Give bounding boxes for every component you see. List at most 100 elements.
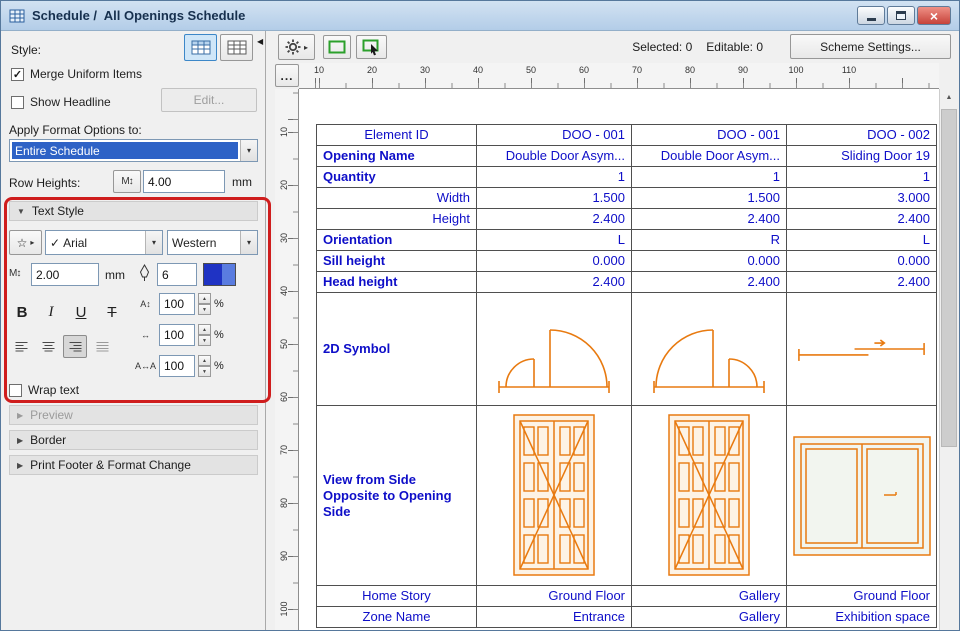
row-height-input[interactable] <box>143 170 225 193</box>
table-cell[interactable]: DOO - 001 <box>632 125 787 146</box>
table-cell[interactable]: 0.000 <box>632 251 787 272</box>
align-justify-button[interactable] <box>90 335 114 358</box>
table-cell[interactable]: Ground Floor <box>787 586 937 607</box>
table-cell[interactable]: DOO - 001 <box>477 125 632 146</box>
select-elements-button[interactable] <box>356 35 387 59</box>
table-cell[interactable] <box>787 293 937 406</box>
close-button[interactable]: × <box>917 6 951 25</box>
table-cell[interactable]: 2.400 <box>632 209 787 230</box>
table-cell[interactable]: Exhibition space <box>787 607 937 628</box>
table-cell[interactable]: 0.000 <box>477 251 632 272</box>
align-left-button[interactable] <box>9 335 33 358</box>
row-label[interactable]: View from Side Opposite to Opening Side <box>317 406 477 586</box>
font-family-select[interactable]: ✓ Arial ▾ <box>45 230 163 255</box>
font-script-select[interactable]: Western ▾ <box>167 230 258 255</box>
vertical-scrollbar[interactable]: ▲ <box>939 89 958 631</box>
table-cell[interactable] <box>477 406 632 586</box>
table-cell[interactable]: 2.400 <box>787 272 937 293</box>
align-right-icon <box>69 341 82 352</box>
title-bar[interactable]: Schedule / All Openings Schedule × <box>1 1 959 31</box>
font-height-scale-input[interactable] <box>159 293 195 315</box>
table-cell[interactable]: Sliding Door 19 <box>787 146 937 167</box>
table-cell[interactable]: 3.000 <box>787 188 937 209</box>
row-label[interactable]: Home Story <box>317 586 477 607</box>
scheme-options-button[interactable]: ▸ <box>278 34 315 60</box>
row-label[interactable]: Quantity <box>317 167 477 188</box>
scrollbar-thumb[interactable] <box>941 109 957 447</box>
table-cell[interactable]: Ground Floor <box>477 586 632 607</box>
ruler-label: 80 <box>279 494 289 512</box>
scroll-up-button[interactable]: ▲ <box>940 89 958 106</box>
table-cell[interactable]: Entrance <box>477 607 632 628</box>
row-label[interactable]: Zone Name <box>317 607 477 628</box>
favorite-text-style-button[interactable]: ☆ ▸ <box>9 230 42 255</box>
style-formatted-button[interactable] <box>184 34 217 61</box>
align-left-icon <box>15 341 28 352</box>
font-height-scale-icon: A↕ <box>135 299 156 309</box>
table-cell[interactable]: Double Door Asym... <box>632 146 787 167</box>
schedule-app-icon <box>9 9 25 23</box>
row-label[interactable]: Orientation <box>317 230 477 251</box>
italic-button[interactable]: I <box>38 299 64 326</box>
table-cell[interactable]: 1 <box>632 167 787 188</box>
align-right-button[interactable] <box>63 335 87 358</box>
wrap-text-checkbox[interactable]: Wrap text <box>9 383 79 397</box>
ruler-label: 50 <box>279 335 289 353</box>
row-label[interactable]: Opening Name <box>317 146 477 167</box>
row-label[interactable]: Height <box>317 209 477 230</box>
row-label[interactable]: 2D Symbol <box>317 293 477 406</box>
pen-number-input[interactable] <box>157 263 197 286</box>
strikethrough-button[interactable]: T <box>99 299 125 326</box>
merge-uniform-items-checkbox[interactable]: ✓ Merge Uniform Items <box>11 67 142 81</box>
table-cell[interactable]: R <box>632 230 787 251</box>
table-cell[interactable]: 2.400 <box>632 272 787 293</box>
font-height-scale-spinner[interactable]: ▲▼ <box>198 293 211 315</box>
font-size-input[interactable] <box>31 263 99 286</box>
font-width-scale-input[interactable] <box>159 324 195 346</box>
table-cell[interactable]: L <box>477 230 632 251</box>
table-cell[interactable] <box>632 406 787 586</box>
table-cell[interactable]: 2.400 <box>787 209 937 230</box>
table-cell[interactable]: Double Door Asym... <box>477 146 632 167</box>
apply-format-select[interactable]: Entire Schedule ▾ <box>9 139 258 162</box>
ruler-options-button[interactable]: ... <box>275 64 299 87</box>
scheme-settings-button[interactable]: Scheme Settings... <box>790 34 951 59</box>
text-style-section-header[interactable]: ▼ Text Style <box>9 201 258 221</box>
table-cell[interactable]: 2.400 <box>477 209 632 230</box>
maximize-button[interactable] <box>887 6 915 25</box>
row-label[interactable]: Head height <box>317 272 477 293</box>
ruler-label: 70 <box>279 441 289 459</box>
table-cell[interactable]: 1.500 <box>477 188 632 209</box>
minimize-button[interactable] <box>857 6 885 25</box>
table-cell[interactable]: Gallery <box>632 586 787 607</box>
sidebar-collapse-handle[interactable]: ◀ <box>257 37 263 46</box>
pen-color-swatch[interactable] <box>203 263 236 286</box>
merge-uniform-items-label: Merge Uniform Items <box>30 67 142 81</box>
table-cell[interactable]: 1 <box>787 167 937 188</box>
table-cell[interactable]: 1.500 <box>632 188 787 209</box>
row-label[interactable]: Sill height <box>317 251 477 272</box>
row-label[interactable]: Width <box>317 188 477 209</box>
table-cell[interactable]: Gallery <box>632 607 787 628</box>
table-cell[interactable] <box>632 293 787 406</box>
style-plain-button[interactable] <box>220 34 253 61</box>
print-footer-section-header[interactable]: ▶ Print Footer & Format Change <box>9 455 258 475</box>
table-cell[interactable]: 2.400 <box>477 272 632 293</box>
show-headline-checkbox[interactable]: Show Headline <box>11 95 111 109</box>
align-center-button[interactable] <box>36 335 60 358</box>
row-height-mode-button[interactable]: M↕ <box>113 170 141 193</box>
row-label[interactable]: Element ID <box>317 125 477 146</box>
font-width-scale-spinner[interactable]: ▲▼ <box>198 324 211 346</box>
underline-button[interactable]: U <box>67 299 95 326</box>
selection-frame-button[interactable] <box>323 35 351 59</box>
table-cell[interactable]: 0.000 <box>787 251 937 272</box>
char-spacing-spinner[interactable]: ▲▼ <box>198 355 211 377</box>
char-spacing-input[interactable] <box>159 355 195 377</box>
table-cell[interactable]: 1 <box>477 167 632 188</box>
bold-button[interactable]: B <box>9 299 35 326</box>
table-cell[interactable] <box>787 406 937 586</box>
table-cell[interactable]: DOO - 002 <box>787 125 937 146</box>
table-cell[interactable]: L <box>787 230 937 251</box>
border-section-header[interactable]: ▶ Border <box>9 430 258 450</box>
table-cell[interactable] <box>477 293 632 406</box>
